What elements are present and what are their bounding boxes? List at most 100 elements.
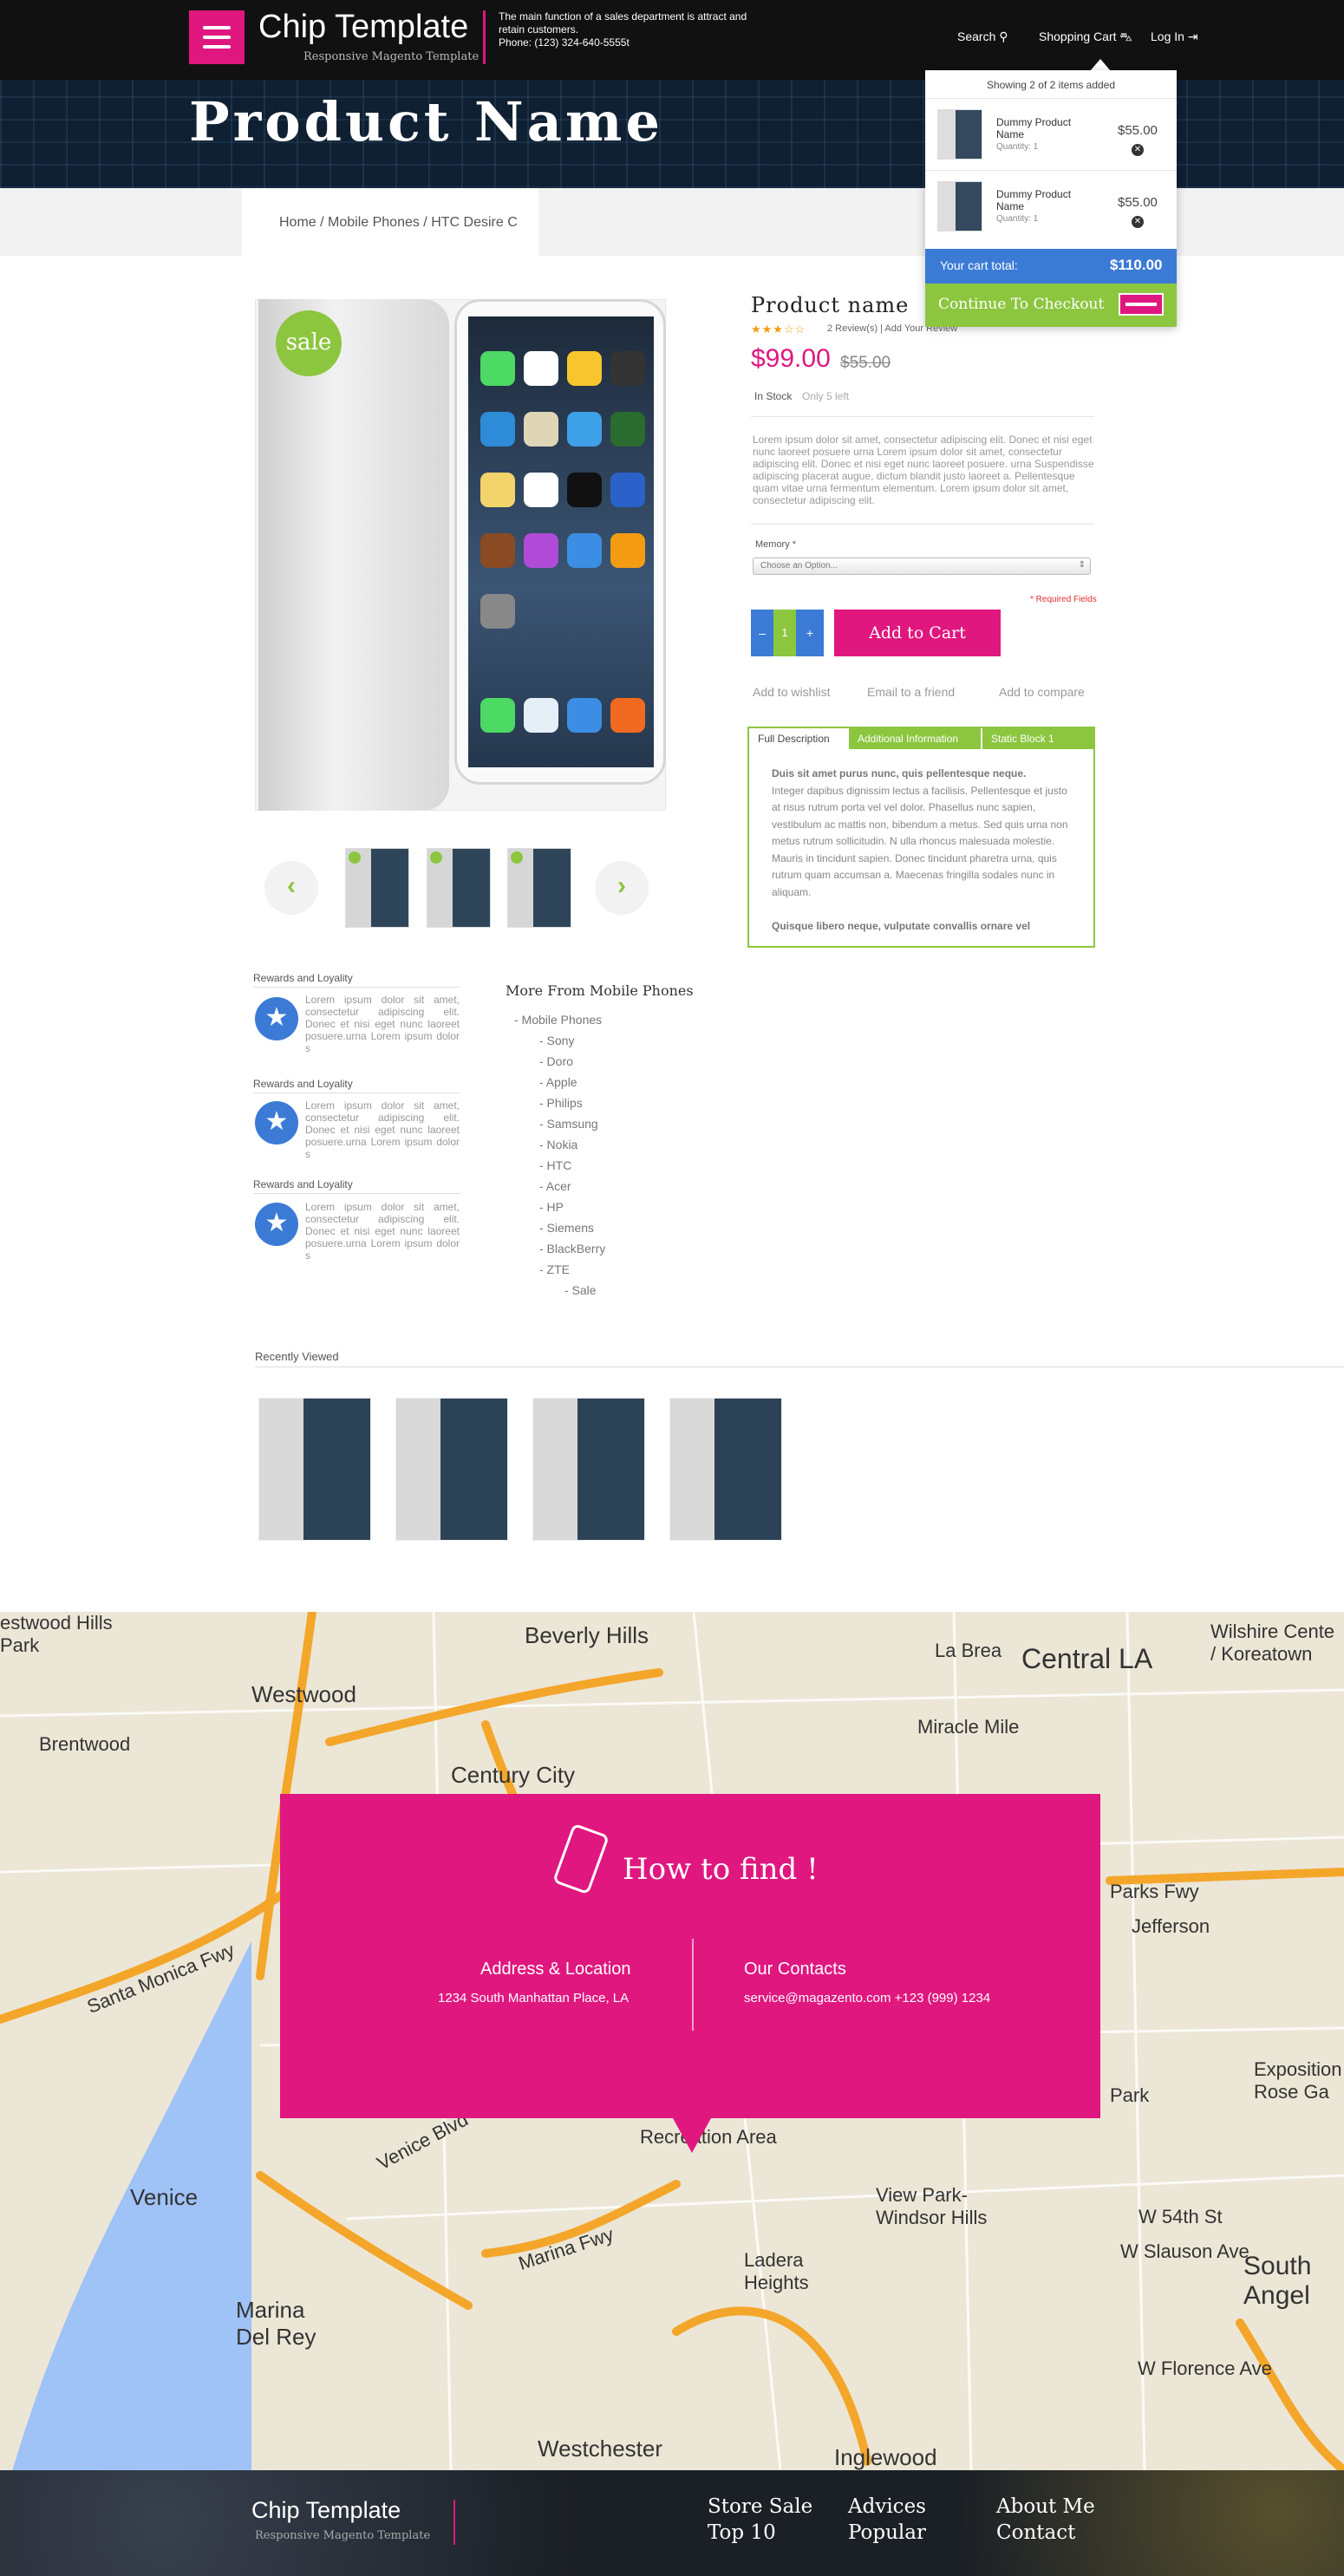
cart-item-name[interactable]: Dummy Product Name: [996, 188, 1092, 212]
address-title: Address & Location: [480, 1960, 631, 1979]
tab-static-block[interactable]: Static Block 1: [982, 728, 1093, 749]
tab-content: Duis sit amet purus nunc, quis pellentes…: [772, 766, 1075, 935]
qty-decrease-button[interactable]: –: [751, 610, 773, 656]
hamburger-icon: [203, 26, 231, 29]
category-link[interactable]: - Siemens: [539, 1221, 594, 1235]
map-label: La Brea: [935, 1640, 1002, 1661]
rewards-title: Rewards and Loyality: [253, 1178, 353, 1190]
nav-search[interactable]: Search ⚲: [957, 29, 1008, 44]
card-icon: [1119, 293, 1164, 316]
map-label: W 54th St: [1138, 2206, 1223, 2227]
map-label: W Florence Ave: [1138, 2358, 1272, 2379]
phone-screen: [468, 316, 654, 767]
map-label: Inglewood: [834, 2444, 937, 2470]
category-link[interactable]: - Acer: [539, 1179, 571, 1193]
add-to-cart-button[interactable]: Add to Cart: [834, 610, 1001, 656]
category-link[interactable]: - HTC: [539, 1158, 571, 1172]
address-value: 1234 South Manhattan Place, LA: [438, 1991, 630, 2005]
category-link[interactable]: - Sony: [539, 1034, 574, 1047]
cart-total-label: Your cart total:: [940, 258, 1018, 272]
divider: [751, 524, 1094, 525]
recent-product[interactable]: [532, 1398, 645, 1541]
nav-cart[interactable]: Shopping Cart ⛍: [1039, 29, 1132, 46]
thumb-prev-button[interactable]: ‹: [264, 861, 318, 915]
tagline: The main function of a sales department …: [499, 10, 750, 49]
footer: [0, 2470, 1344, 2576]
qty-increase-button[interactable]: +: [796, 610, 824, 656]
recent-product[interactable]: [395, 1398, 508, 1541]
map-label: Brentwood: [39, 1733, 131, 1755]
cart-item[interactable]: Dummy Product Name Quantity: 1 $55.00 ✕: [925, 170, 1177, 241]
divider: [751, 416, 1094, 417]
footer-link-top-10[interactable]: Top 10: [708, 2521, 776, 2544]
footer-link-about[interactable]: About Me: [996, 2495, 1095, 2518]
footer-link-store-sale[interactable]: Store Sale: [708, 2495, 812, 2518]
qty-input[interactable]: 1: [773, 610, 796, 656]
cart-item-name[interactable]: Dummy Product Name: [996, 116, 1092, 140]
footer-link-popular[interactable]: Popular: [848, 2521, 926, 2544]
rewards-title: Rewards and Loyality: [253, 972, 353, 984]
star-icon: ★: [255, 1203, 298, 1246]
remove-icon[interactable]: ✕: [1132, 144, 1144, 156]
recent-product[interactable]: [258, 1398, 371, 1541]
map-label: Beverly Hills: [525, 1622, 649, 1648]
how-to-find-panel: [280, 1794, 1100, 2118]
category-link[interactable]: - Doro: [539, 1054, 573, 1068]
recent-product[interactable]: [669, 1398, 782, 1541]
logo-subtitle: Responsive Magento Template: [303, 50, 480, 63]
thumb-next-button[interactable]: ›: [595, 861, 649, 915]
footer-logo-title[interactable]: Chip Template: [251, 2497, 401, 2524]
tab-full-description[interactable]: Full Description: [749, 728, 849, 749]
category-link[interactable]: - HP: [539, 1200, 564, 1214]
breadcrumb[interactable]: Home / Mobile Phones / HTC Desire C: [279, 215, 518, 231]
star-icon: ★: [255, 997, 298, 1040]
map-label: Ladera Heights: [744, 2249, 809, 2293]
category-link[interactable]: - Philips: [539, 1096, 583, 1110]
rewards-text: Lorem ipsum dolor sit amet, consectetur …: [305, 994, 460, 1054]
map-label: Central LA: [1021, 1643, 1153, 1674]
cart-item-image: [937, 109, 982, 160]
thumbnail[interactable]: [427, 848, 491, 928]
footer-link-contact[interactable]: Contact: [996, 2521, 1075, 2544]
map-label: Wilshire Cente / Koreatown: [1210, 1621, 1335, 1665]
rewards-text: Lorem ipsum dolor sit amet, consectetur …: [305, 1201, 460, 1262]
category-link[interactable]: - Samsung: [539, 1117, 598, 1131]
rating-stars: ★★★☆☆: [751, 323, 806, 336]
chevron-left-icon: ‹: [287, 871, 296, 900]
menu-button[interactable]: [189, 10, 245, 64]
sale-badge: sale: [276, 310, 342, 376]
wishlist-link[interactable]: Add to wishlist: [753, 685, 830, 699]
divider: [692, 1939, 694, 2031]
map-label: Century City: [451, 1762, 576, 1788]
nav-login[interactable]: Log In ⇥: [1151, 29, 1198, 44]
category-link[interactable]: - Nokia: [539, 1138, 577, 1151]
thumbnail[interactable]: [507, 848, 571, 928]
remove-icon[interactable]: ✕: [1132, 216, 1144, 228]
cart-item-price: $55.00: [1118, 195, 1158, 210]
rewards-title: Rewards and Loyality: [253, 1078, 353, 1090]
cart-item[interactable]: Dummy Product Name Quantity: 1 $55.00 ✕: [925, 98, 1177, 169]
more-from-title: More From Mobile Phones: [506, 982, 694, 999]
tab-additional-info[interactable]: Additional Information: [849, 728, 981, 749]
footer-link-advices[interactable]: Advices: [848, 2495, 926, 2518]
email-friend-link[interactable]: Email to a friend: [867, 685, 955, 699]
tagline-text: The main function of a sales department …: [499, 10, 747, 36]
contacts-value[interactable]: service@magazento.com +123 (999) 1234: [744, 1991, 990, 2005]
compare-link[interactable]: Add to compare: [999, 685, 1085, 699]
category-link[interactable]: - Apple: [539, 1075, 577, 1089]
memory-select[interactable]: Choose an Option... ⇕: [753, 558, 1091, 575]
checkout-label[interactable]: Continue To Checkout: [938, 296, 1104, 313]
category-link[interactable]: - BlackBerry: [539, 1242, 605, 1255]
category-link-root[interactable]: - Mobile Phones: [514, 1013, 602, 1027]
recently-viewed-title: Recently Viewed: [255, 1350, 339, 1363]
thumbnail[interactable]: [345, 848, 409, 928]
contacts-title: Our Contacts: [744, 1960, 846, 1979]
map-label: Exposition Rose Ga: [1254, 2058, 1342, 2103]
category-link-sub[interactable]: - Sale: [564, 1283, 597, 1297]
cart-item-qty: Quantity: 1: [996, 142, 1039, 152]
logo-title[interactable]: Chip Template: [258, 9, 468, 46]
category-link[interactable]: - ZTE: [539, 1262, 570, 1276]
cart-item-price: $55.00: [1118, 123, 1158, 138]
map-label: estwood Hills Park: [0, 1612, 113, 1656]
footer-logo-subtitle: Responsive Magento Template: [255, 2529, 431, 2542]
